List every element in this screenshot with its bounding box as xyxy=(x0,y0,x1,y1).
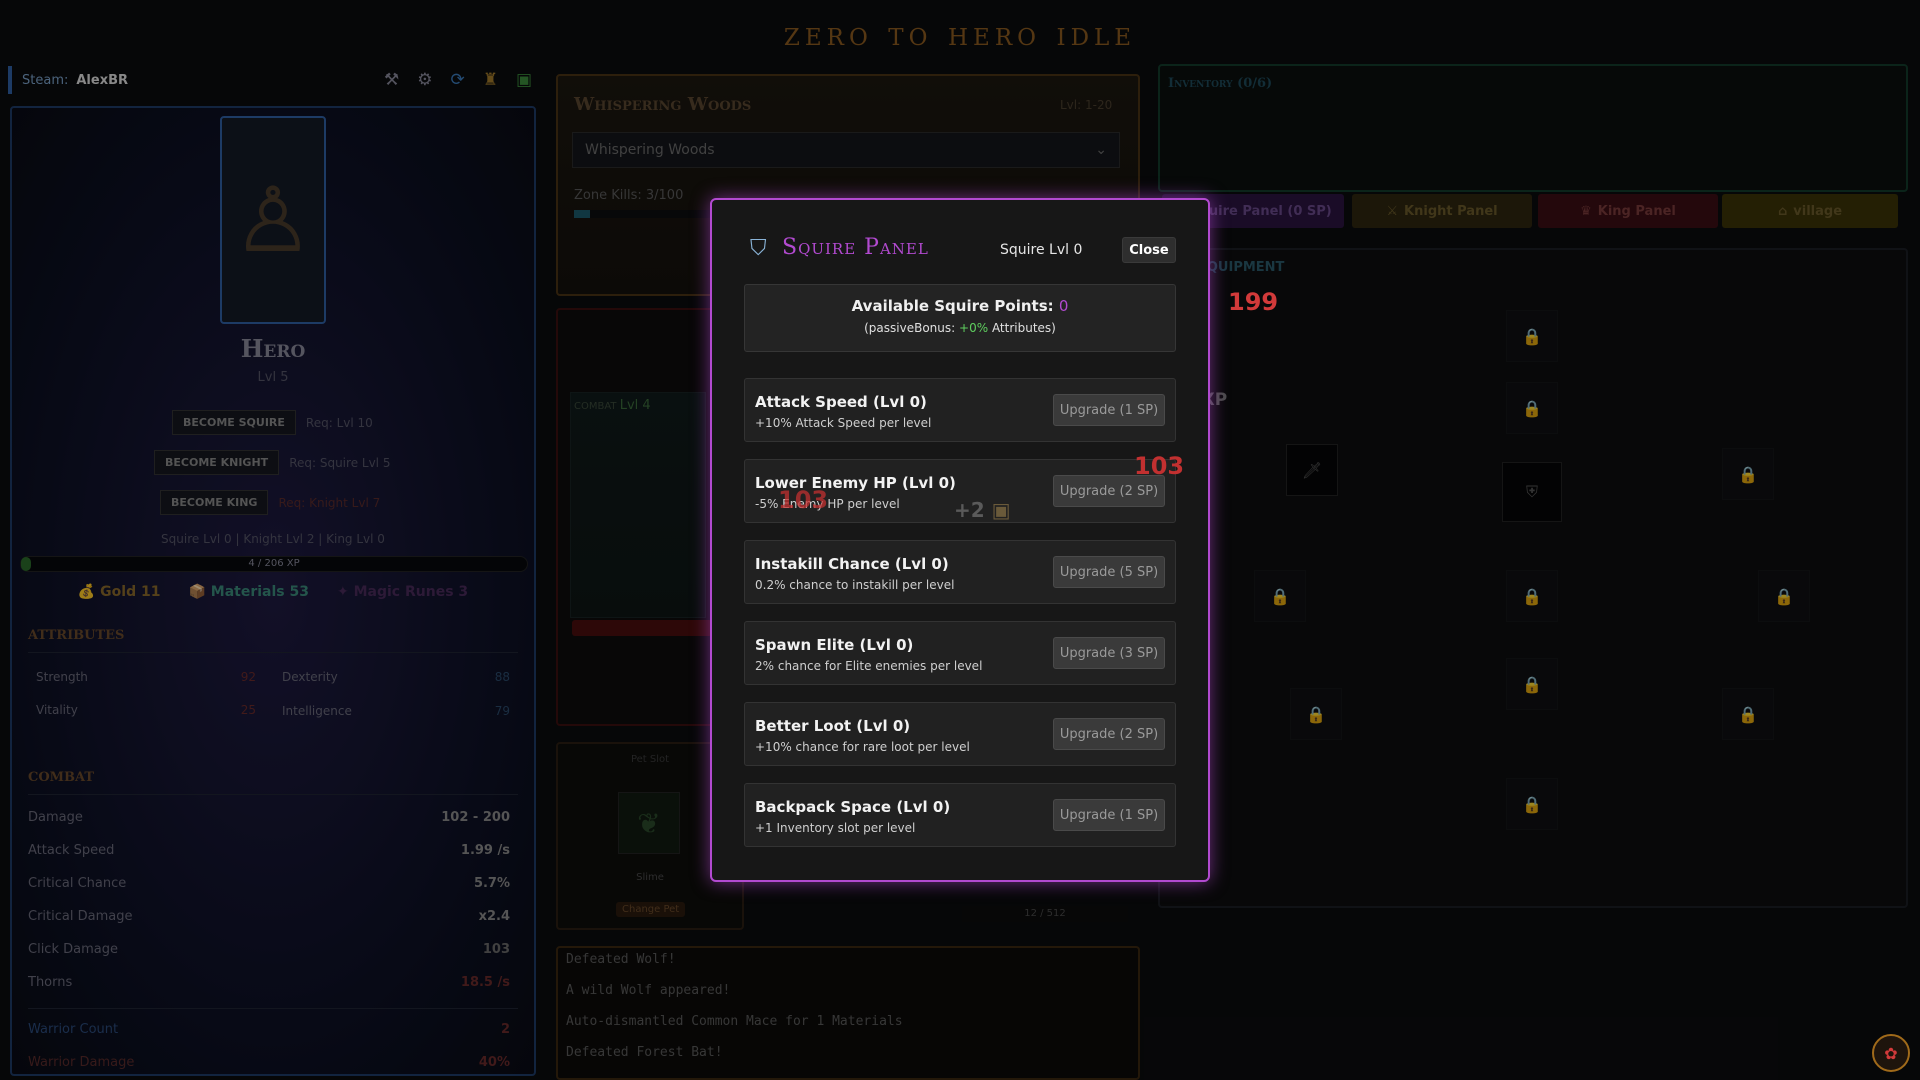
passive-value: +0% xyxy=(959,321,989,335)
upgrade-desc: 2% chance for Elite enemies per level xyxy=(755,659,983,673)
shield-icon: ⛉ xyxy=(750,236,767,261)
points-value: 0 xyxy=(1058,297,1069,315)
upgrade-button[interactable]: Upgrade (1 SP) xyxy=(1053,394,1165,426)
upgrade-attack-speed: Attack Speed (Lvl 0) +10% Attack Speed p… xyxy=(744,378,1176,442)
upgrade-instakill-chance: Instakill Chance (Lvl 0) 0.2% chance to … xyxy=(744,540,1176,604)
points-label: Available Squire Points: xyxy=(851,297,1054,315)
upgrade-name: Attack Speed (Lvl 0) xyxy=(755,393,927,411)
modal-title: Squire Panel xyxy=(782,235,929,260)
squire-level: Squire Lvl 0 xyxy=(1000,242,1083,258)
passive-suffix: Attributes) xyxy=(991,321,1056,335)
upgrade-name: Spawn Elite (Lvl 0) xyxy=(755,636,914,654)
squire-points-box: Available Squire Points: 0 (passiveBonus… xyxy=(744,284,1176,352)
upgrade-button[interactable]: Upgrade (1 SP) xyxy=(1053,799,1165,831)
box-icon: ▣ xyxy=(991,498,1011,522)
bug-report-icon[interactable]: ✿ xyxy=(1872,1034,1910,1072)
upgrade-name: Backpack Space (Lvl 0) xyxy=(755,798,951,816)
upgrade-spawn-elite: Spawn Elite (Lvl 0) 2% chance for Elite … xyxy=(744,621,1176,685)
upgrade-button[interactable]: Upgrade (5 SP) xyxy=(1053,556,1165,588)
upgrade-better-loot: Better Loot (Lvl 0) +10% chance for rare… xyxy=(744,702,1176,766)
upgrade-desc: +10% chance for rare loot per level xyxy=(755,740,970,754)
available-points: Available Squire Points: 0 xyxy=(745,297,1175,315)
upgrade-name: Better Loot (Lvl 0) xyxy=(755,717,911,735)
upgrade-desc: 0.2% chance to instakill per level xyxy=(755,578,955,592)
upgrade-backpack-space: Backpack Space (Lvl 0) +1 Inventory slot… xyxy=(744,783,1176,847)
upgrade-button[interactable]: Upgrade (2 SP) xyxy=(1053,718,1165,750)
upgrade-desc: +1 Inventory slot per level xyxy=(755,821,916,835)
upgrade-desc: +10% Attack Speed per level xyxy=(755,416,932,430)
material-gain-value: +2 xyxy=(954,498,985,522)
close-button[interactable]: Close xyxy=(1122,237,1176,263)
upgrade-button[interactable]: Upgrade (3 SP) xyxy=(1053,637,1165,669)
passive-prefix: (passiveBonus: xyxy=(864,321,956,335)
damage-number: 199 xyxy=(1228,288,1279,316)
damage-number: 103 xyxy=(1134,452,1185,480)
material-gain-text: +2 ▣ xyxy=(954,498,1011,522)
passive-bonus: (passiveBonus: +0% Attributes) xyxy=(745,321,1175,335)
upgrade-name: Instakill Chance (Lvl 0) xyxy=(755,555,949,573)
damage-number: 103 xyxy=(778,486,829,514)
